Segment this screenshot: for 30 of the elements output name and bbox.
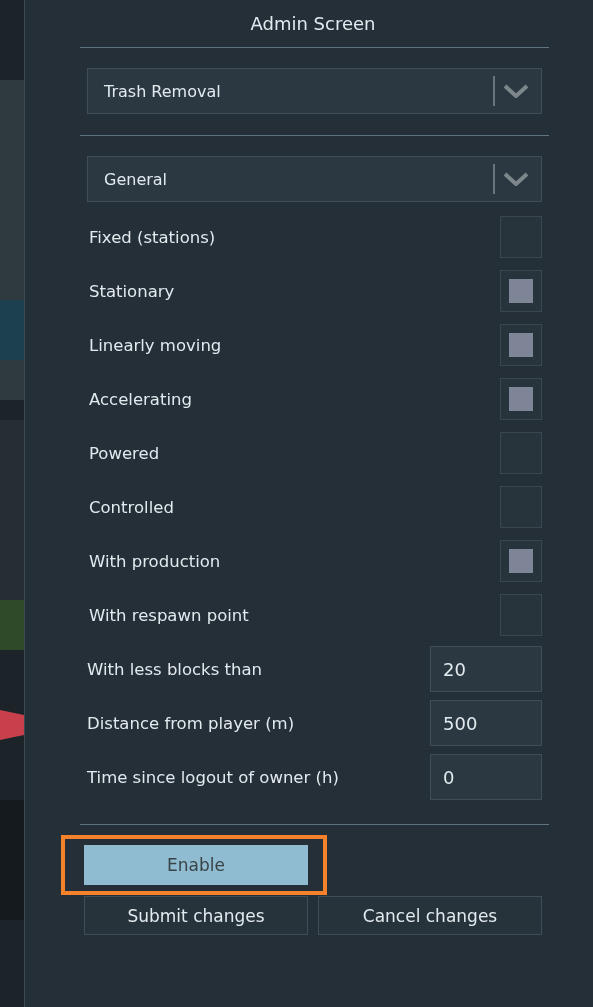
option-label: Linearly moving bbox=[89, 335, 222, 355]
checkbox[interactable] bbox=[500, 432, 542, 474]
action-button[interactable]: Cancel changes bbox=[318, 896, 542, 935]
checkbox[interactable] bbox=[500, 540, 542, 582]
option-label: With production bbox=[89, 551, 221, 571]
action-button[interactable]: Submit changes bbox=[84, 896, 308, 935]
checkbox[interactable] bbox=[500, 216, 542, 258]
dropdown[interactable]: Trash Removal bbox=[87, 68, 542, 114]
number-field[interactable]: 500 bbox=[430, 700, 542, 746]
option-label: Controlled bbox=[89, 497, 174, 517]
checkbox[interactable] bbox=[500, 324, 542, 366]
number-field[interactable]: 20 bbox=[430, 646, 542, 692]
number-field[interactable]: 0 bbox=[430, 754, 542, 800]
option-label: Distance from player (m) bbox=[87, 713, 295, 733]
option-label: With respawn point bbox=[89, 605, 249, 625]
enable-button[interactable]: Enable bbox=[84, 845, 308, 885]
checkbox[interactable] bbox=[500, 378, 542, 420]
checkbox[interactable] bbox=[500, 486, 542, 528]
checkbox[interactable] bbox=[500, 270, 542, 312]
chevron-down-icon bbox=[503, 172, 529, 186]
option-label: Time since logout of owner (h) bbox=[87, 767, 339, 787]
option-label: Fixed (stations) bbox=[89, 227, 216, 247]
option-label: Powered bbox=[89, 443, 160, 463]
dropdown[interactable]: General bbox=[87, 156, 542, 202]
window-title: Admin Screen bbox=[249, 12, 377, 36]
option-label: Accelerating bbox=[89, 389, 192, 409]
chevron-down-icon bbox=[503, 84, 529, 98]
option-label: Stationary bbox=[89, 281, 175, 301]
checkbox[interactable] bbox=[500, 594, 542, 636]
option-label: With less blocks than bbox=[87, 659, 262, 679]
